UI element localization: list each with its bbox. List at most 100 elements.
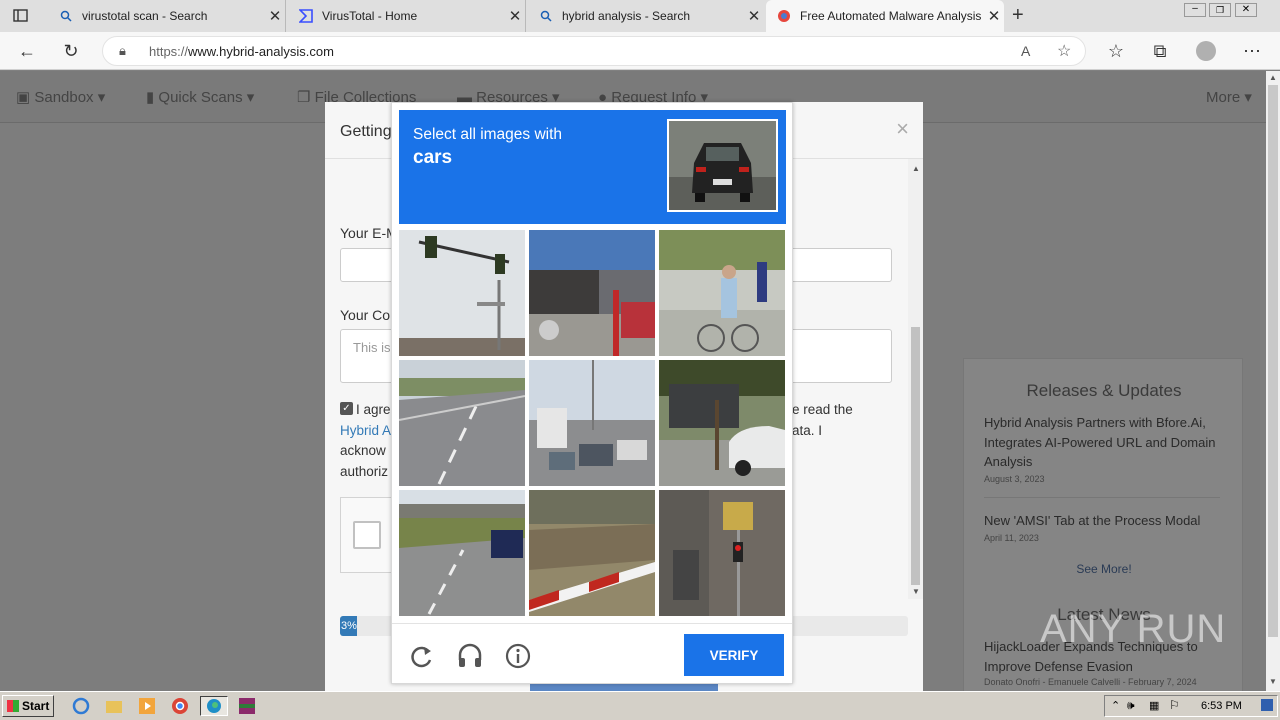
modal-scrollbar[interactable]: ▲ ▼ — [908, 159, 923, 599]
news-item-meta: Donato Onofri - Emanuele Calvelli - Febr… — [984, 677, 1197, 687]
winrar-icon[interactable] — [236, 696, 258, 716]
news-item-date: April 11, 2023 — [984, 533, 1039, 543]
scroll-up-icon[interactable]: ▲ — [912, 164, 920, 173]
recaptcha-checkbox[interactable] — [353, 521, 381, 549]
modal-title: Getting — [340, 123, 392, 140]
captcha-tile[interactable] — [659, 490, 785, 616]
scrollbar-thumb[interactable] — [1268, 85, 1278, 637]
search-icon — [58, 8, 74, 24]
address-bar[interactable]: 🔒︎ https://www.hybrid-analysis.com A ☆ — [102, 36, 1086, 66]
volume-icon[interactable]: 🕪︎ — [1127, 698, 1135, 713]
captcha-target: cars — [413, 147, 453, 168]
audio-challenge-icon[interactable] — [456, 642, 484, 670]
tab-title: hybrid analysis - Search — [562, 9, 691, 23]
captcha-tile[interactable] — [399, 230, 525, 356]
see-more-link[interactable]: See More! — [964, 562, 1244, 576]
minimize-window-icon[interactable]: – — [1184, 3, 1206, 17]
captcha-tile[interactable] — [529, 230, 655, 356]
captcha-tile[interactable] — [399, 490, 525, 616]
news-item-title[interactable]: New 'AMSI' Tab at the Process Modal — [984, 511, 1224, 531]
hybrid-analysis-favicon — [776, 8, 792, 24]
browser-tab-active[interactable]: Free Automated Malware Analysis ✕ — [766, 0, 1004, 32]
back-arrow-icon[interactable]: ← — [14, 38, 40, 64]
reload-icon[interactable]: ↻ — [58, 38, 84, 64]
new-tab-icon[interactable]: + — [1012, 4, 1024, 27]
close-window-icon[interactable]: ✕ — [1235, 3, 1257, 17]
close-icon[interactable]: × — [896, 116, 909, 142]
browser-tab[interactable]: hybrid analysis - Search ✕ — [528, 0, 764, 32]
read-aloud-icon[interactable]: A — [1021, 43, 1030, 59]
releases-heading: Releases & Updates — [1026, 381, 1182, 400]
close-tab-icon[interactable]: ✕ — [984, 7, 1004, 25]
email-label: Your E-M — [340, 225, 398, 241]
favorites-icon[interactable]: ☆ — [1103, 38, 1129, 64]
browser-toolbar: ← ↻ 🔒︎ https://www.hybrid-analysis.com A… — [0, 32, 1280, 70]
windows-logo-icon — [7, 700, 19, 712]
browser-tab-strip: virustotal scan - Search ✕ VirusTotal - … — [0, 0, 1280, 32]
tab-title: VirusTotal - Home — [322, 9, 418, 23]
captcha-tile[interactable] — [659, 230, 785, 356]
divider — [984, 497, 1220, 498]
virustotal-icon — [298, 8, 314, 24]
scroll-up-icon[interactable]: ▲ — [1269, 73, 1277, 82]
settings-menu-icon[interactable]: ⋯ — [1239, 38, 1265, 64]
add-favorite-icon[interactable]: ☆ — [1057, 41, 1071, 61]
browser-tab[interactable]: VirusTotal - Home ✕ — [288, 0, 526, 32]
scroll-down-icon[interactable]: ▼ — [1269, 677, 1277, 686]
restore-window-icon[interactable]: ❐ — [1209, 3, 1231, 17]
nav-quick-scans[interactable]: ▮ Quick Scans ▾ — [146, 88, 254, 106]
start-button[interactable]: Start — [2, 695, 54, 717]
hybrid-analysis-link[interactable]: Hybrid A — [340, 423, 391, 438]
comment-label: Your Co — [340, 307, 391, 323]
media-player-icon[interactable] — [136, 696, 158, 716]
flag-icon[interactable]: ⚐ — [1169, 698, 1180, 712]
profile-avatar[interactable] — [1196, 41, 1216, 61]
agree-text-line2: ata. I — [792, 423, 823, 438]
internet-explorer-icon[interactable] — [70, 696, 92, 716]
captcha-prompt: Select all images with — [413, 126, 563, 143]
network-icon[interactable]: ▦ — [1149, 699, 1159, 712]
agree-text-right: e read the — [792, 402, 853, 417]
captcha-tile[interactable] — [399, 360, 525, 486]
captcha-tile[interactable] — [659, 360, 785, 486]
notification-icon[interactable] — [1261, 699, 1273, 711]
search-icon — [538, 8, 554, 24]
chrome-icon[interactable] — [169, 696, 191, 716]
tab-title: virustotal scan - Search — [82, 9, 208, 23]
close-tab-icon[interactable]: ✕ — [505, 7, 525, 25]
address-url: https://www.hybrid-analysis.com — [149, 44, 334, 59]
captcha-header: Select all images with cars — [399, 110, 786, 224]
browser-tab[interactable]: virustotal scan - Search ✕ — [48, 0, 286, 32]
nav-more[interactable]: More ▾ — [1206, 88, 1252, 106]
tray-expand-icon[interactable]: ⌃ — [1111, 699, 1120, 712]
nav-sandbox[interactable]: ▣ Sandbox ▾ — [16, 88, 105, 106]
captcha-tile[interactable] — [529, 490, 655, 616]
verify-button[interactable]: VERIFY — [684, 634, 784, 676]
news-item-title[interactable]: Hybrid Analysis Partners with Bfore.Ai, … — [984, 413, 1224, 472]
captcha-challenge: Select all images with cars VERIFY — [391, 102, 793, 684]
news-item-date: August 3, 2023 — [984, 474, 1045, 484]
agree-text-line3: acknow — [340, 443, 386, 458]
clock[interactable]: 6:53 PM — [1201, 700, 1242, 712]
file-explorer-icon[interactable] — [103, 696, 125, 716]
close-tab-icon[interactable]: ✕ — [265, 7, 285, 25]
progress-fill: 3% — [340, 616, 357, 636]
agree-text-line4: authoriz — [340, 464, 389, 479]
scroll-down-icon[interactable]: ▼ — [912, 587, 920, 596]
agree-checkbox[interactable]: ✓ — [340, 402, 353, 415]
close-tab-icon[interactable]: ✕ — [744, 7, 764, 25]
anyrun-watermark: ANY RUN — [1040, 607, 1227, 651]
edge-icon[interactable] — [200, 696, 228, 716]
scrollbar-thumb[interactable] — [911, 327, 920, 585]
captcha-tile[interactable] — [529, 360, 655, 486]
info-icon[interactable] — [504, 642, 532, 670]
sample-car-image — [667, 119, 778, 212]
system-tray: ⌃ 🕪︎ ▦ ⚐ 6:53 PM — [1104, 695, 1278, 717]
collections-icon[interactable]: ⧉ — [1147, 38, 1173, 64]
tab-actions-icon[interactable] — [12, 7, 30, 25]
tab-title: Free Automated Malware Analysis — [800, 9, 982, 23]
refresh-icon[interactable] — [408, 642, 436, 670]
comment-placeholder: This is — [353, 340, 391, 355]
lock-icon: 🔒︎ — [119, 43, 126, 58]
page-scrollbar[interactable]: ▲ ▼ — [1266, 71, 1280, 691]
